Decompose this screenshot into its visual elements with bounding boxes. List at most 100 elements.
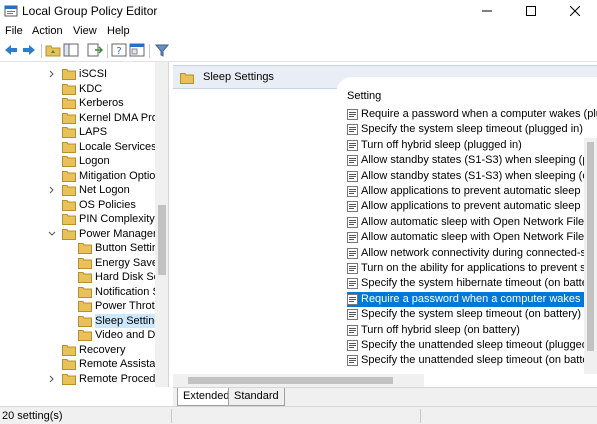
tree-item[interactable]: Notification S (0, 285, 160, 300)
tree-item[interactable]: Remote Procedur (0, 372, 165, 387)
tree-item[interactable]: Kerberos (0, 96, 157, 111)
list-horizontal-scrollbar[interactable] (173, 374, 424, 387)
tree-item[interactable]: Mitigation Option (0, 169, 162, 184)
chevron-right-icon[interactable] (48, 69, 56, 79)
folder-icon (78, 300, 92, 312)
setting-label: Allow network connectivity during connec… (361, 246, 597, 259)
forward-button[interactable] (20, 43, 38, 59)
up-folder-button[interactable] (44, 43, 62, 59)
setting-row[interactable]: Specify the system sleep timeout (on bat… (347, 307, 597, 322)
tree-item[interactable]: Button Setting (0, 241, 164, 256)
setting-row[interactable]: Allow standby states (S1-S3) when sleepi… (347, 169, 597, 184)
tree-item[interactable]: Sleep Settings (0, 313, 166, 329)
chevron-down-icon[interactable] (48, 229, 56, 239)
properties-button[interactable] (128, 43, 146, 59)
setting-row[interactable]: Allow network connectivity during connec… (347, 246, 597, 261)
folder-icon (62, 112, 76, 124)
tree-item[interactable]: Power Throttli (0, 299, 163, 314)
tree-item-label: Mitigation Option (79, 169, 162, 182)
tree-item-label: OS Policies (79, 198, 136, 211)
close-icon (570, 6, 580, 16)
menu-file[interactable]: File (5, 25, 23, 37)
folder-icon (62, 199, 76, 211)
setting-row[interactable]: Allow automatic sleep with Open Network … (347, 230, 597, 245)
settings-list: Setting Require a password when a comput… (336, 77, 597, 377)
tree-pane: iSCSI KDC Kerberos Kernel DMA Prote LAPS Loca… (0, 62, 169, 387)
setting-row[interactable]: Allow applications to prevent automatic … (347, 184, 597, 199)
close-button[interactable] (553, 0, 597, 22)
setting-row[interactable]: Specify the unattended sleep timeout (pl… (347, 338, 597, 353)
folder-icon (62, 155, 76, 167)
setting-row[interactable]: Allow standby states (S1-S3) when sleepi… (347, 153, 597, 168)
tree-item[interactable]: PIN Complexity (0, 212, 157, 227)
tab-standard[interactable]: Standard (228, 388, 285, 406)
tree-item[interactable]: Hard Disk Sett (0, 270, 166, 285)
show-hide-tree-button[interactable] (62, 43, 80, 59)
menu-help[interactable]: Help (107, 25, 130, 37)
tree-item[interactable]: Video and Disp (0, 328, 168, 343)
tree-item-label: Remote Procedur (79, 372, 166, 385)
tree-item[interactable]: Energy Saver S (0, 256, 168, 271)
tree-item[interactable]: KDC (0, 82, 157, 97)
folder-icon (62, 170, 76, 182)
tab-extended[interactable]: Extended (177, 388, 236, 406)
policy-setting-icon (347, 263, 358, 274)
setting-row[interactable]: Specify the system sleep timeout (plugge… (347, 122, 597, 137)
tree-item-label: iSCSI (79, 68, 108, 80)
column-header-setting[interactable]: Setting (347, 90, 381, 102)
export-list-button[interactable] (86, 43, 104, 59)
help-icon: ? (111, 43, 127, 60)
minimize-button[interactable] (465, 0, 509, 22)
menu-action[interactable]: Action (32, 25, 63, 37)
folder-icon (62, 184, 76, 196)
tree-item-label: KDC (79, 82, 103, 95)
properties-icon (129, 43, 145, 60)
help-button[interactable]: ? (110, 43, 128, 59)
tree-item[interactable]: Recovery (0, 343, 157, 358)
tree-item[interactable]: iSCSI (0, 67, 157, 82)
maximize-button[interactable] (509, 0, 553, 22)
chevron-right-icon[interactable] (48, 185, 56, 195)
setting-row[interactable]: Turn off hybrid sleep (on battery) (347, 323, 597, 338)
policy-setting-icon (347, 155, 358, 167)
tree-item-label: Button Setting (95, 242, 165, 254)
folder-icon (62, 68, 76, 80)
list-vertical-scrollbar[interactable] (584, 138, 597, 374)
folder-icon (62, 358, 76, 370)
export-list-icon (87, 43, 104, 60)
tree-item[interactable]: LAPS (0, 125, 157, 140)
tree-scroll-thumb[interactable] (158, 205, 166, 275)
tree-item[interactable]: OS Policies (0, 198, 157, 213)
setting-row[interactable]: Specify the unattended sleep timeout (on… (347, 353, 597, 368)
list-hscroll-thumb[interactable] (188, 377, 393, 384)
tree-item[interactable]: Logon (0, 154, 157, 169)
list-scroll-thumb[interactable] (587, 142, 594, 351)
setting-row[interactable]: Allow automatic sleep with Open Network … (347, 215, 597, 230)
setting-label: Specify the unattended sleep timeout (on… (361, 354, 597, 367)
setting-label: Allow standby states (S1-S3) when sleepi… (361, 169, 597, 182)
setting-row[interactable]: Turn on the ability for applications to … (347, 261, 597, 276)
filter-button[interactable] (153, 43, 171, 59)
setting-label: Turn off hybrid sleep (on battery) (361, 323, 520, 336)
tree-item[interactable]: Remote Assistanc (0, 357, 167, 372)
tree-item[interactable]: Net Logon (0, 183, 157, 198)
folder-icon (62, 141, 76, 153)
setting-row[interactable]: Require a password when a computer wakes… (347, 291, 597, 307)
setting-row[interactable]: Specify the system hibernate timeout (on… (347, 276, 597, 291)
tree-item-label: Power Throttli (95, 300, 163, 312)
folder-icon (78, 242, 92, 254)
tree-item[interactable]: Kernel DMA Prote (0, 111, 167, 126)
tree-vertical-scrollbar[interactable] (155, 62, 168, 387)
tree-item[interactable]: Locale Services (0, 140, 157, 155)
policy-setting-icon (347, 109, 358, 120)
tree-item-label: Remote Assistanc (79, 358, 168, 370)
chevron-right-icon[interactable] (48, 374, 56, 384)
tree-item[interactable]: Power Manageme (0, 227, 168, 242)
setting-row[interactable]: Require a password when a computer wakes… (347, 107, 597, 122)
setting-row[interactable]: Allow applications to prevent automatic … (347, 199, 597, 214)
menu-view[interactable]: View (73, 25, 97, 37)
setting-row[interactable]: Turn off hybrid sleep (plugged in) (347, 138, 597, 153)
back-button[interactable] (2, 43, 20, 59)
pane-title: Sleep Settings (203, 71, 274, 83)
folder-icon (78, 315, 92, 327)
